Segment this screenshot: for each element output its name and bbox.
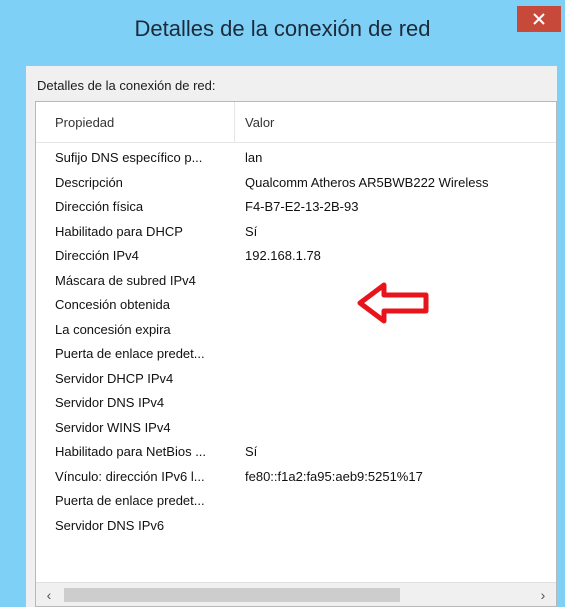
table-row[interactable]: La concesión expira xyxy=(36,317,556,341)
table-row[interactable]: Vínculo: dirección IPv6 l... fe80::f1a2:f… xyxy=(36,464,556,488)
column-divider[interactable] xyxy=(234,102,235,142)
row-value: Sí xyxy=(245,444,258,459)
row-property: La concesión expira xyxy=(55,321,171,337)
row-property: Habilitado para DHCP xyxy=(55,223,183,239)
row-property: Descripción xyxy=(55,174,123,190)
row-property: Concesión obtenida xyxy=(55,297,170,312)
listview-header: Propiedad Valor xyxy=(36,102,556,143)
details-listview[interactable]: Propiedad Valor Sufijo DNS específico p.… xyxy=(35,101,557,607)
dialog-client-area: Detalles de la conexión de red: Propieda… xyxy=(26,66,557,607)
row-property: Servidor WINS IPv4 xyxy=(55,419,171,435)
row-value: F4-B7-E2-13-2B-93 xyxy=(245,199,359,214)
title-bar[interactable]: Detalles de la conexión de red xyxy=(0,0,565,66)
row-value: fe80::f1a2:fa95:aeb9:5251%17 xyxy=(245,468,423,484)
row-property: Puerta de enlace predet... xyxy=(55,346,205,361)
row-property: Puerta de enlace predet... xyxy=(55,493,205,508)
row-value: 192.168.1.78 xyxy=(245,248,321,263)
row-property: Sufijo DNS específico p... xyxy=(55,150,203,165)
row-property: Vínculo: dirección IPv6 l... xyxy=(55,468,205,484)
chevron-right-icon: › xyxy=(540,587,546,603)
dialog-window: Detalles de la conexión de red Detalles … xyxy=(0,0,565,607)
row-property: Servidor DHCP IPv4 xyxy=(55,370,174,386)
table-row[interactable]: Dirección física F4-B7-E2-13-2B-93 xyxy=(36,194,556,218)
column-header-property[interactable]: Propiedad xyxy=(55,115,114,130)
row-property: Dirección física xyxy=(55,199,144,214)
horizontal-scrollbar[interactable]: ‹ › xyxy=(36,582,556,606)
table-row[interactable]: Dirección IPv4 192.168.1.78 xyxy=(36,243,556,267)
table-row[interactable]: Servidor DNS IPv4 xyxy=(36,390,556,414)
row-property: Habilitado para NetBios ... xyxy=(55,444,207,459)
row-property: Servidor DNS IPv6 xyxy=(55,517,165,533)
table-row[interactable]: Sufijo DNS específico p... lan xyxy=(36,145,556,169)
scrollbar-thumb[interactable] xyxy=(64,588,400,602)
scroll-left-button[interactable]: ‹ xyxy=(36,583,62,606)
row-property: Máscara de subred IPv4 xyxy=(55,272,196,288)
red-arrow-annotation xyxy=(357,282,429,324)
row-property: Servidor DNS IPv4 xyxy=(55,395,165,410)
details-group-label: Detalles de la conexión de red: xyxy=(37,78,216,93)
close-icon xyxy=(533,13,545,25)
table-row[interactable]: Máscara de subred IPv4 xyxy=(36,268,556,292)
table-row[interactable]: Habilitado para DHCP Sí xyxy=(36,219,556,243)
chevron-left-icon: ‹ xyxy=(46,587,52,603)
row-value: lan xyxy=(245,150,263,165)
column-header-value[interactable]: Valor xyxy=(245,115,274,130)
table-row[interactable]: Puerta de enlace predet... xyxy=(36,341,556,365)
table-row[interactable]: Servidor WINS IPv4 xyxy=(36,415,556,439)
table-row[interactable]: Habilitado para NetBios ... Sí xyxy=(36,439,556,463)
row-value: Sí xyxy=(245,223,258,239)
table-row[interactable]: Servidor DNS IPv6 xyxy=(36,513,556,537)
window-title: Detalles de la conexión de red xyxy=(134,16,431,41)
row-value: Qualcomm Atheros AR5BWB222 Wireless xyxy=(245,174,489,190)
close-button[interactable] xyxy=(517,6,561,32)
table-row[interactable]: Puerta de enlace predet... xyxy=(36,488,556,512)
table-row[interactable]: Servidor DHCP IPv4 xyxy=(36,366,556,390)
table-row[interactable]: Descripción Qualcomm Atheros AR5BWB222 Wi… xyxy=(36,170,556,194)
scroll-right-button[interactable]: › xyxy=(530,583,556,606)
row-property: Dirección IPv4 xyxy=(55,248,139,263)
table-row[interactable]: Concesión obtenida xyxy=(36,292,556,316)
